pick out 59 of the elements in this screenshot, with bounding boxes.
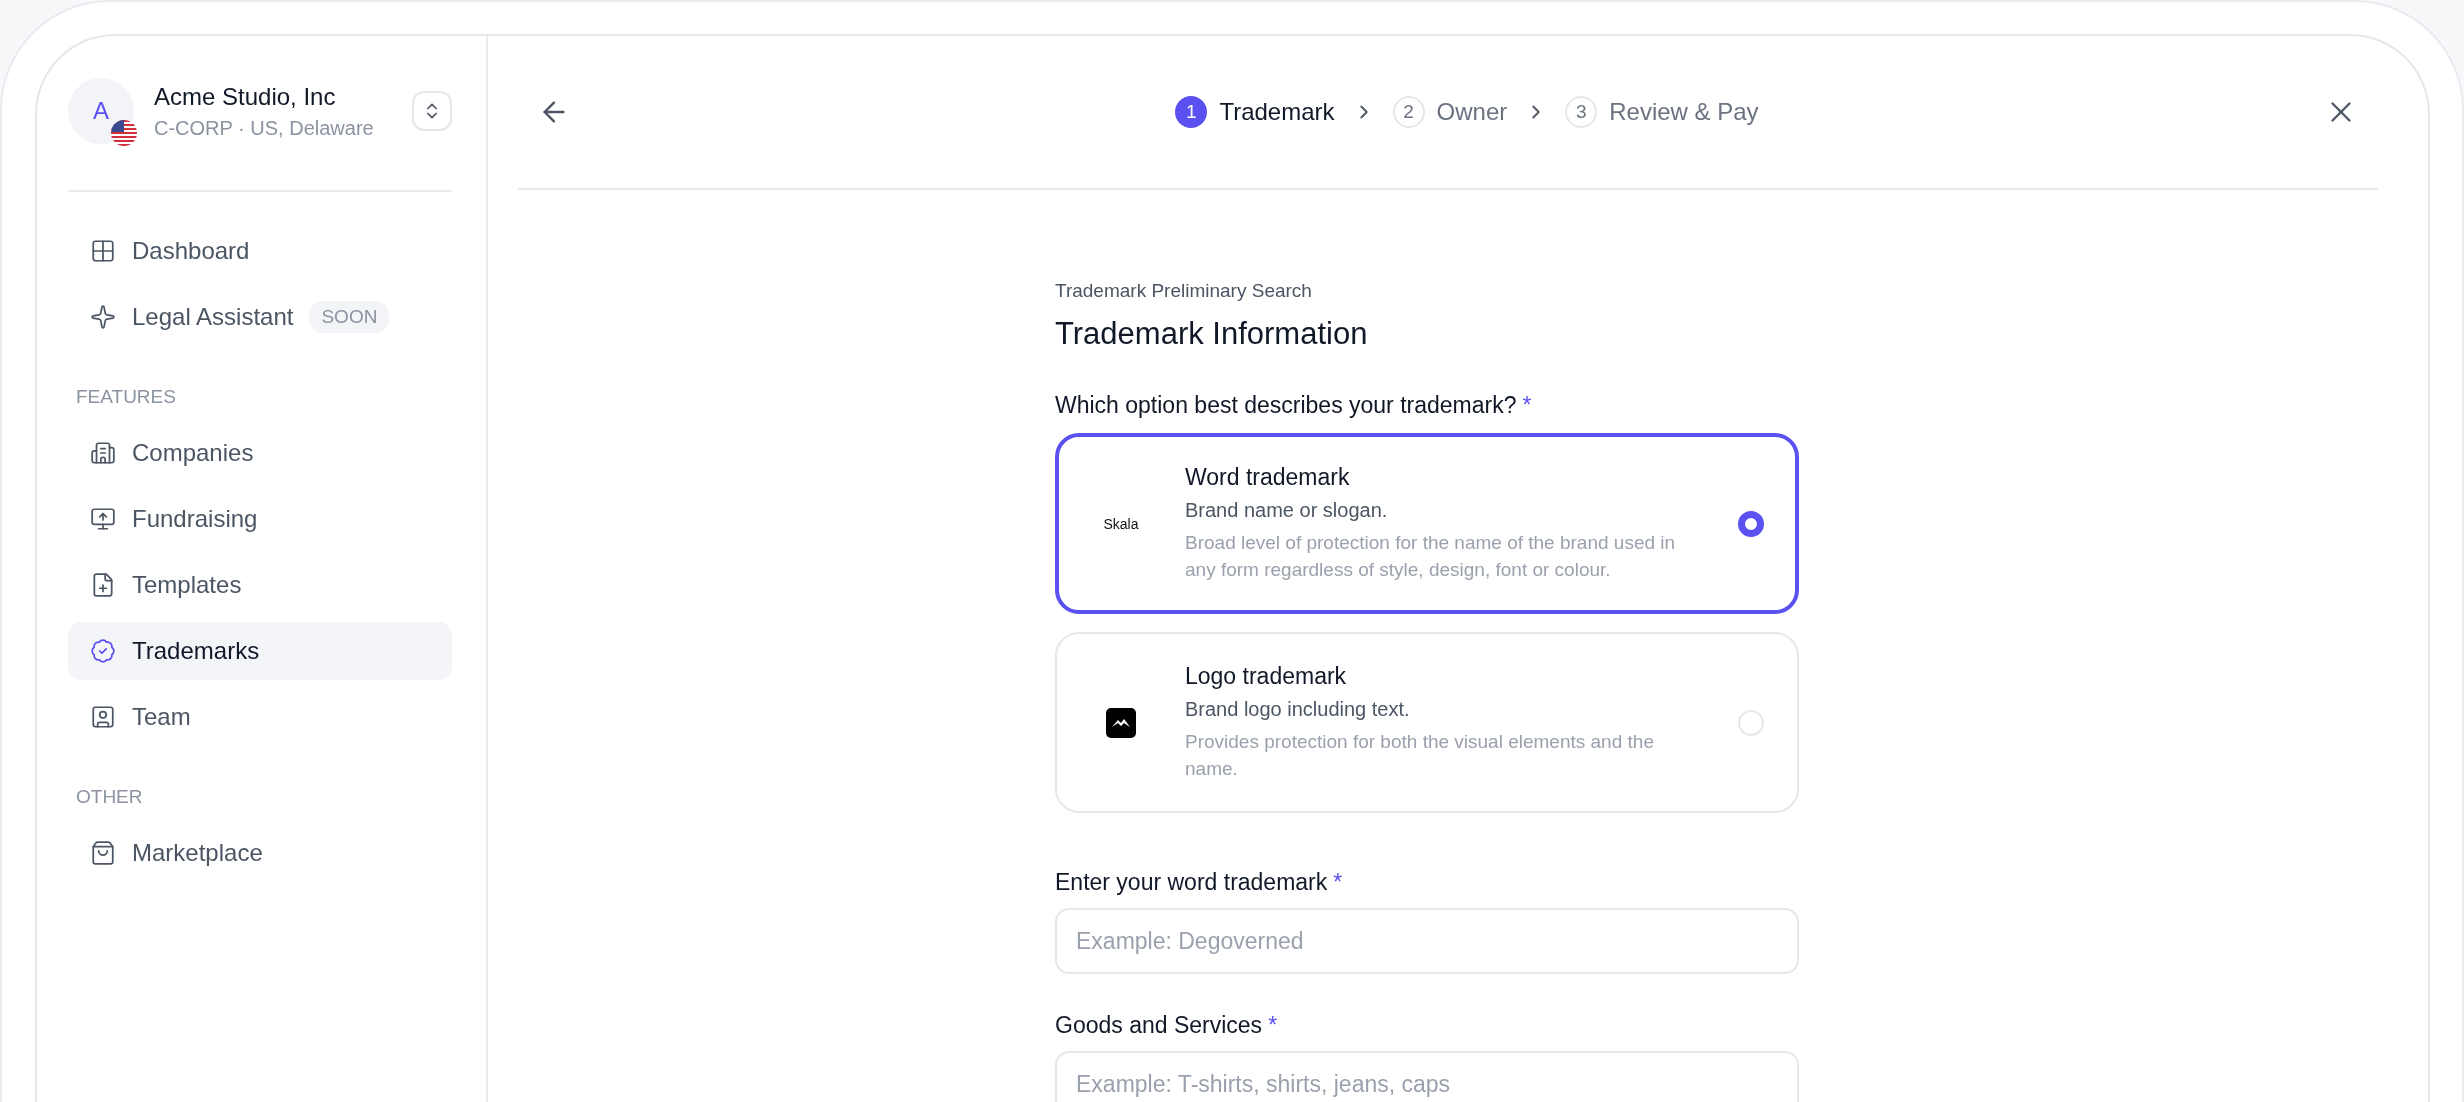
field-label: Enter your word trademark * <box>1055 869 1344 897</box>
nav-item[interactable]: Marketplace <box>68 824 452 882</box>
nav-label: Dashboard <box>132 237 250 265</box>
word-logo: Skala <box>1103 515 1139 532</box>
step[interactable]: 2 Owner <box>1392 96 1508 128</box>
nav-item[interactable]: Trademarks <box>68 622 452 680</box>
step-label: Owner <box>1436 98 1508 126</box>
option-description: Broad level of protection for the name of the brand used in any form regardless of style, design, font or colour. <box>1185 531 1677 582</box>
section-heading: FEATURES <box>75 386 177 408</box>
document-plus-icon <box>90 572 116 598</box>
sparkle-icon <box>90 304 116 330</box>
nav-label: Marketplace <box>132 839 263 867</box>
user-square-icon <box>90 704 116 730</box>
form-eyebrow: Trademark Preliminary Search <box>1055 280 1313 302</box>
nav-item[interactable]: Legal Assistant SOON <box>68 288 452 346</box>
step-label: Trademark <box>1219 98 1335 126</box>
nav-item[interactable]: Dashboard <box>68 222 452 280</box>
us-flag-icon <box>111 120 137 146</box>
nav-item[interactable]: Templates <box>68 556 452 614</box>
nav-label: Legal Assistant <box>132 303 294 331</box>
mountain-logo-icon <box>1106 707 1136 738</box>
trademark-option-card[interactable]: Skala Word trademark Brand name or slogan. Broad level of protection for the name of the brand used in any form regardless of style, design, font or colour. <box>1055 433 1799 615</box>
step-number: 2 <box>1392 96 1425 128</box>
radio-button[interactable] <box>1738 510 1764 537</box>
field-label: Goods and Services * <box>1055 1012 1279 1040</box>
soon-badge: SOON <box>309 301 390 333</box>
nav-item[interactable]: Fundraising <box>68 490 452 548</box>
form-title: Trademark Information <box>1055 316 1369 352</box>
option-title: Logo trademark <box>1185 663 1348 691</box>
nav-label: Companies <box>132 439 254 467</box>
question-label: Which option best describes your trademark? * <box>1055 392 1533 419</box>
nav-item[interactable]: Companies <box>68 424 452 482</box>
company-name: Acme Studio, Inc <box>154 82 337 111</box>
text-input-field[interactable]: Example: T-shirts, shirts, jeans, caps <box>1055 1051 1799 1102</box>
company-details: C-CORP · US, Delaware <box>154 116 375 140</box>
step-number: 1 <box>1175 96 1208 128</box>
nav-label: Templates <box>132 571 242 599</box>
shopping-bag-icon <box>90 840 116 866</box>
step[interactable]: 1 Trademark <box>1175 96 1335 128</box>
company-avatar: A <box>68 78 134 144</box>
section-heading: OTHER <box>75 786 144 808</box>
step-number: 3 <box>1565 96 1598 128</box>
nav-label: Fundraising <box>132 505 258 533</box>
grid-icon <box>90 238 116 264</box>
option-subtitle: Brand logo including text. <box>1185 698 1411 722</box>
option-subtitle: Brand name or slogan. <box>1185 499 1389 522</box>
nav-item[interactable]: Team <box>68 688 452 746</box>
nav-label: Team <box>132 703 191 731</box>
option-description: Provides protection for both the visual elements and the name. <box>1185 730 1655 781</box>
badge-check-icon <box>90 638 116 664</box>
building-icon <box>90 440 116 466</box>
step[interactable]: 3 Review & Pay <box>1565 96 1759 128</box>
nav-label: Trademarks <box>132 637 260 665</box>
text-input-field[interactable]: Example: Degoverned <box>1055 908 1799 975</box>
upload-screen-icon <box>90 506 116 532</box>
company-switcher-button[interactable] <box>412 91 452 131</box>
step-label: Review & Pay <box>1609 98 1759 126</box>
option-title: Word trademark <box>1185 464 1351 491</box>
trademark-option-card[interactable]: Logo trademark Brand logo including text. Provides protection for both the visual elements and the name. <box>1055 632 1799 814</box>
